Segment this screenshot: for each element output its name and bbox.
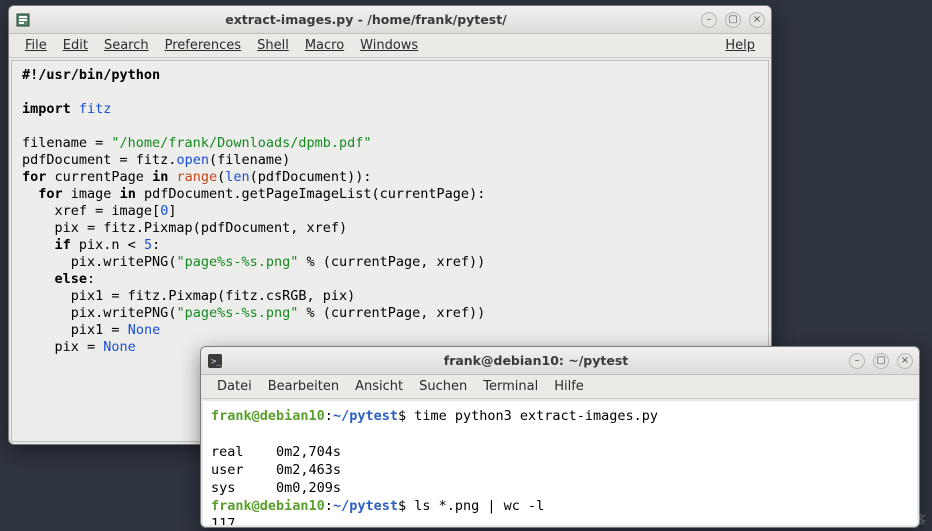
prompt-user: frank@debian10	[211, 408, 325, 424]
prompt-path: ~/pytest	[333, 498, 398, 514]
terminal-window-controls: – ▢ ×	[849, 353, 913, 369]
code-token: for	[22, 169, 46, 185]
terminal-titlebar[interactable]: >_ frank@debian10: ~/pytest – ▢ ×	[201, 347, 919, 375]
code-token: fitz	[79, 101, 112, 117]
terminal-line: 117	[211, 516, 235, 525]
menu-hilfe[interactable]: Hilfe	[546, 377, 592, 396]
editor-window-controls: – ▢ ×	[701, 12, 765, 28]
terminal-line: user 0m2,463s	[211, 462, 341, 478]
terminal-command: time python3 extract-images.py	[414, 408, 658, 424]
code-token: open	[176, 152, 209, 168]
terminal-app-icon: >_	[207, 353, 223, 369]
terminal-line: sys 0m0,209s	[211, 480, 341, 496]
menu-edit[interactable]: Edit	[55, 36, 96, 55]
minimize-button[interactable]: –	[849, 353, 865, 369]
code-token: import	[22, 101, 71, 117]
terminal-line: real 0m2,704s	[211, 444, 341, 460]
menu-datei[interactable]: Datei	[209, 377, 260, 396]
code-string: "/home/frank/Downloads/dpmb.pdf"	[111, 135, 371, 151]
menu-search[interactable]: Search	[96, 36, 157, 55]
terminal-window: >_ frank@debian10: ~/pytest – ▢ × Datei …	[200, 346, 920, 528]
editor-titlebar[interactable]: extract-images.py - /home/frank/pytest/ …	[9, 6, 771, 34]
prompt-user: frank@debian10	[211, 498, 325, 514]
editor-title: extract-images.py - /home/frank/pytest/	[37, 12, 695, 27]
code-token: filename =	[22, 135, 111, 151]
maximize-button[interactable]: ▢	[873, 353, 889, 369]
menu-windows[interactable]: Windows	[352, 36, 426, 55]
menu-file[interactable]: File	[17, 36, 55, 55]
code-line: #!/usr/bin/python	[22, 67, 160, 83]
editor-app-icon	[15, 12, 31, 28]
menu-preferences[interactable]: Preferences	[157, 36, 249, 55]
terminal-menubar: Datei Bearbeiten Ansicht Suchen Terminal…	[201, 375, 919, 399]
menu-macro[interactable]: Macro	[297, 36, 352, 55]
watermark: @51CTO博客	[856, 511, 926, 527]
menu-help[interactable]: Help	[717, 36, 763, 55]
prompt-path: ~/pytest	[333, 408, 398, 424]
terminal-command: ls *.png | wc -l	[414, 498, 544, 514]
code-token: pdfDocument = fitz.	[22, 152, 176, 168]
terminal-output[interactable]: frank@debian10:~/pytest$ time python3 ex…	[203, 401, 917, 525]
close-button[interactable]: ×	[897, 353, 913, 369]
minimize-button[interactable]: –	[701, 12, 717, 28]
menu-ansicht[interactable]: Ansicht	[347, 377, 411, 396]
terminal-title: frank@debian10: ~/pytest	[229, 353, 843, 368]
menu-suchen[interactable]: Suchen	[411, 377, 475, 396]
menu-bearbeiten[interactable]: Bearbeiten	[260, 377, 347, 396]
menu-shell[interactable]: Shell	[249, 36, 297, 55]
maximize-button[interactable]: ▢	[725, 12, 741, 28]
editor-menubar: File Edit Search Preferences Shell Macro…	[9, 34, 771, 58]
close-button[interactable]: ×	[749, 12, 765, 28]
menu-terminal[interactable]: Terminal	[475, 377, 546, 396]
svg-text:>_: >_	[211, 357, 222, 367]
